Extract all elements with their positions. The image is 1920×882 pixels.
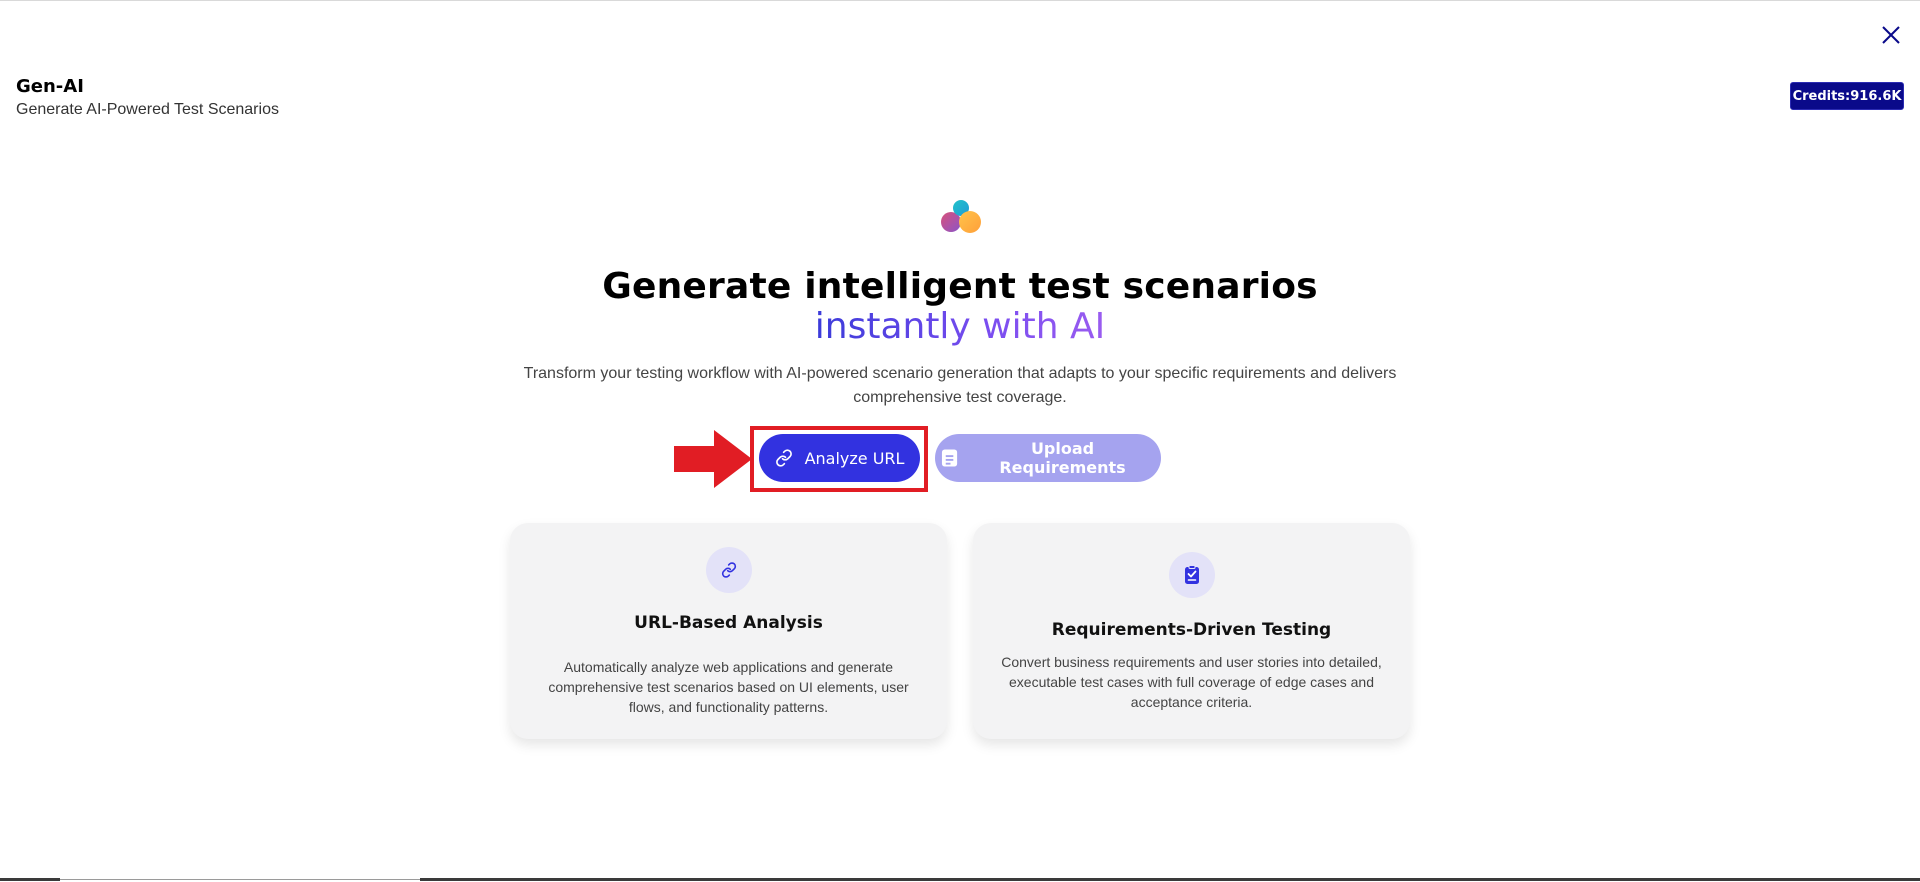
analyze-url-button[interactable]: Analyze URL	[759, 434, 920, 482]
feature-card-requirements: Requirements-Driven Testing Convert busi…	[973, 523, 1410, 739]
hero-description-line1: Transform your testing workflow with AI-…	[523, 365, 1397, 382]
credits-badge: Credits:916.6K	[1790, 82, 1904, 110]
close-icon	[1882, 26, 1900, 44]
page-subtitle: Generate AI-Powered Test Scenarios	[16, 101, 279, 118]
bottom-segment	[0, 878, 60, 881]
link-icon	[721, 562, 736, 578]
action-buttons: Analyze URL Upload Requirements	[0, 434, 1920, 482]
close-button[interactable]	[1878, 22, 1904, 48]
card-description: Convert business requirements and user s…	[1001, 654, 1382, 710]
link-icon	[775, 449, 792, 467]
top-divider	[0, 0, 1920, 1]
upload-requirements-button[interactable]: Upload Requirements	[935, 434, 1161, 482]
page-header: Gen-AI Generate AI-Powered Test Scenario…	[16, 76, 279, 119]
card-icon-circle	[1168, 552, 1215, 598]
card-title: URL-Based Analysis	[634, 613, 823, 633]
hero-subtitle-text: instantly with AI	[814, 306, 1106, 347]
hero-description: Transform your testing workflow with AI-…	[480, 362, 1440, 410]
hero-subtitle: instantly with AI	[0, 306, 1920, 348]
feature-card-url-analysis: URL-Based Analysis Automatically analyze…	[510, 523, 947, 739]
bottom-segment	[420, 878, 1920, 881]
hero-title: Generate intelligent test scenarios	[602, 266, 1318, 307]
card-title: Requirements-Driven Testing	[1051, 620, 1332, 640]
analyze-url-label: Analyze URL	[804, 448, 905, 468]
upload-requirements-label: Upload Requirements	[999, 439, 1126, 477]
page-title: Gen-AI	[16, 76, 84, 97]
card-description: Automatically analyze web applications a…	[548, 659, 909, 715]
card-icon-circle	[705, 547, 752, 593]
gen-ai-logo-icon	[941, 200, 981, 233]
hero-description-line2: comprehensive test coverage.	[853, 389, 1067, 406]
bottom-divider	[0, 878, 1920, 881]
clipboard-check-icon	[1184, 565, 1199, 584]
document-icon	[941, 449, 958, 467]
